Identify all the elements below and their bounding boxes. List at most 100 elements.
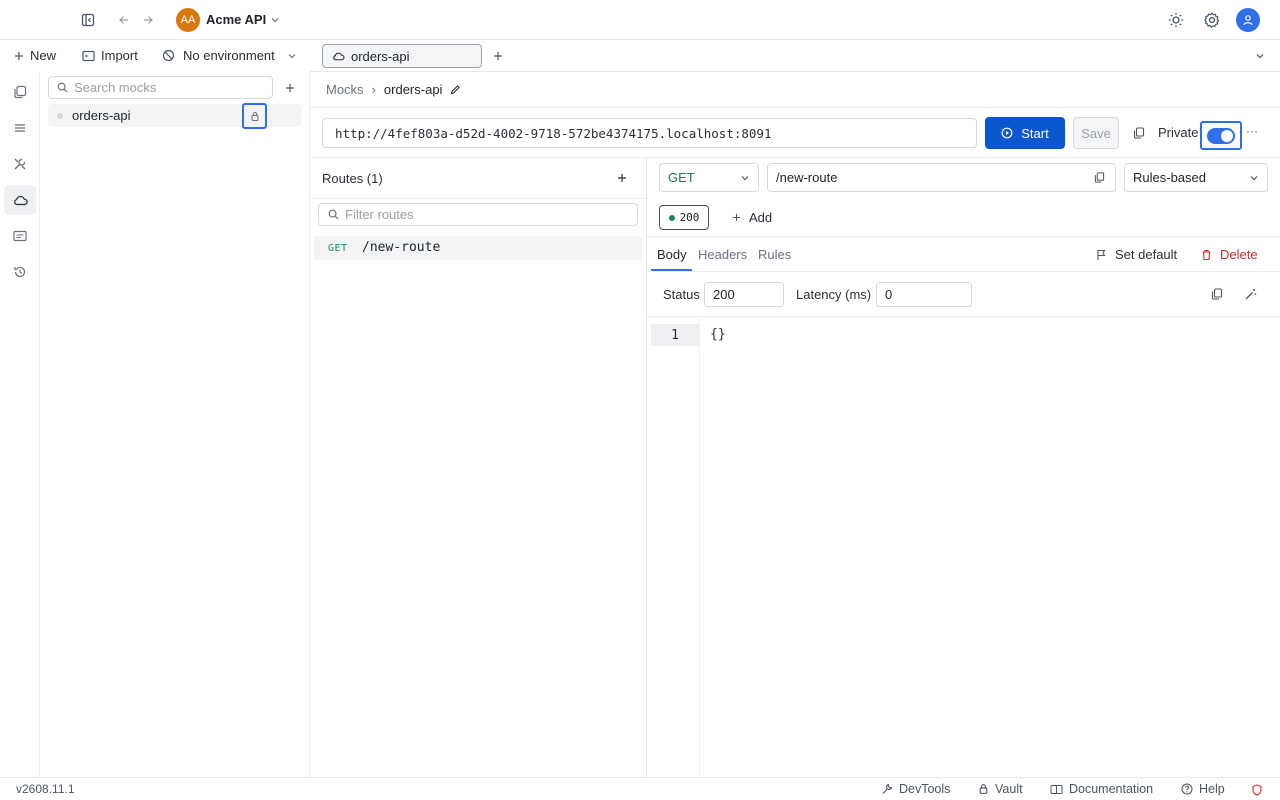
line-number: 1 [651,324,699,346]
tab-orders-api[interactable]: orders-api [322,44,482,68]
set-default-button[interactable]: Set default [1096,247,1177,262]
rail-console-icon[interactable] [4,221,36,251]
private-toggle-switch[interactable] [1207,127,1235,144]
routes-panel: Routes (1) GET /new-route [310,158,647,777]
shield-icon[interactable] [1251,783,1263,796]
flag-icon [1097,249,1106,260]
private-toggle[interactable] [1200,121,1242,150]
method-value: GET [668,170,695,185]
code-editor[interactable]: 1 {} [647,318,1280,777]
vault-button[interactable]: Vault [978,782,1023,796]
rail-history-icon[interactable] [4,257,36,287]
filter-routes-input[interactable] [345,207,625,222]
lock-icon[interactable] [242,103,267,129]
mock-url-field[interactable]: http://4fef803a-d52d-4002-9718-572be4374… [322,118,977,148]
add-route-plus-icon[interactable] [615,171,629,185]
latency-value: 0 [885,287,893,302]
method-select[interactable]: GET [659,163,759,192]
tab-headers[interactable]: Headers [698,247,747,262]
chevron-down-icon [1250,175,1258,180]
no-entry-icon [162,49,175,62]
copy-url-icon[interactable] [1132,126,1146,140]
tab-rules[interactable]: Rules [758,247,791,262]
code-line[interactable]: {} [710,327,726,342]
environment-label: No environment [183,48,275,63]
filter-routes-box [318,203,638,226]
theme-sun-icon[interactable] [1166,10,1186,30]
add-response-button[interactable]: Add [732,210,772,225]
new-tab-plus-icon[interactable] [491,49,505,63]
add-mock-plus-icon[interactable] [283,81,297,95]
search-mocks-input[interactable] [74,80,264,95]
tab-label: orders-api [351,48,410,64]
delete-label: Delete [1220,247,1258,262]
settings-gear-icon[interactable] [1202,10,1222,30]
environment-select[interactable]: No environment [162,48,297,63]
start-label: Start [1021,125,1049,141]
breadcrumb-separator: › [371,82,376,97]
chevron-down-icon [741,175,749,180]
copy-body-icon[interactable] [1210,287,1224,301]
new-button[interactable]: New [14,48,56,63]
route-path: /new-route [362,240,441,255]
help-button[interactable]: Help [1181,782,1225,796]
more-options-icon[interactable]: ··· [1246,124,1258,138]
tab-body[interactable]: Body [657,247,687,262]
top-bar: AA Acme API [0,0,1280,40]
save-label: Save [1081,125,1111,141]
devtools-label: DevTools [899,782,951,796]
latency-input[interactable]: 0 [876,282,972,307]
route-path-value: /new-route [776,170,838,185]
mock-status-dot [57,113,63,119]
editor-tabs: Body Headers Rules Set default Delete [647,238,1280,272]
url-row: http://4fef803a-d52d-4002-9718-572be4374… [310,108,1280,158]
import-icon [82,50,95,61]
save-button[interactable]: Save [1073,117,1119,149]
delete-button[interactable]: Delete [1201,247,1258,262]
workspace-avatar[interactable]: AA [176,8,200,32]
route-list-item[interactable]: GET /new-route [314,236,642,260]
start-button[interactable]: Start [985,117,1065,149]
status-input[interactable]: 200 [704,282,784,307]
responses-row: 200 Add [647,198,1280,237]
icon-rail [0,72,40,777]
help-circle-icon [1181,783,1193,795]
rail-tools-icon[interactable] [4,149,36,179]
breadcrumb-root[interactable]: Mocks [326,82,364,97]
vault-label: Vault [995,782,1023,796]
sidebar-toggle-icon[interactable] [80,12,96,28]
status-footer: v2608.11.1 DevTools Vault Documentation … [0,777,1280,800]
response-mode-value: Rules-based [1133,170,1206,185]
tabs-chevron-down-icon[interactable] [1253,49,1267,63]
mock-list-item[interactable]: orders-api [48,103,301,129]
workspace-chevron-down-icon[interactable] [268,13,282,27]
mock-url-text: http://4fef803a-d52d-4002-9718-572be4374… [335,125,772,141]
response-200-chip[interactable]: 200 [659,205,709,230]
documentation-button[interactable]: Documentation [1050,782,1153,796]
edit-pencil-icon[interactable] [450,84,461,95]
rail-list-icon[interactable] [4,113,36,143]
add-response-label: Add [749,210,773,225]
forward-arrow-icon[interactable] [140,12,156,28]
devtools-button[interactable]: DevTools [881,782,950,796]
rail-mocks-cloud-icon[interactable] [4,185,36,215]
search-mocks-box [48,76,273,99]
import-button[interactable]: Import [82,48,138,63]
workspace-name[interactable]: Acme API [206,12,266,27]
response-mode-select[interactable]: Rules-based [1124,163,1268,192]
wrench-icon [882,783,893,794]
copy-path-icon [1094,172,1105,183]
route-path-input[interactable]: /new-route [767,163,1116,192]
magic-wand-icon[interactable] [1243,287,1257,301]
user-icon [1243,15,1253,26]
mock-item-label: orders-api [72,108,131,123]
back-arrow-icon[interactable] [116,12,132,28]
rail-collections-icon[interactable] [4,77,36,107]
response-status-dot [668,214,675,221]
status-value: 200 [713,287,735,302]
active-tab-indicator [651,269,692,271]
lock-icon [979,784,988,794]
app-version: v2608.11.1 [16,782,75,796]
route-method-badge: GET [328,243,348,254]
user-avatar[interactable] [1236,8,1260,32]
